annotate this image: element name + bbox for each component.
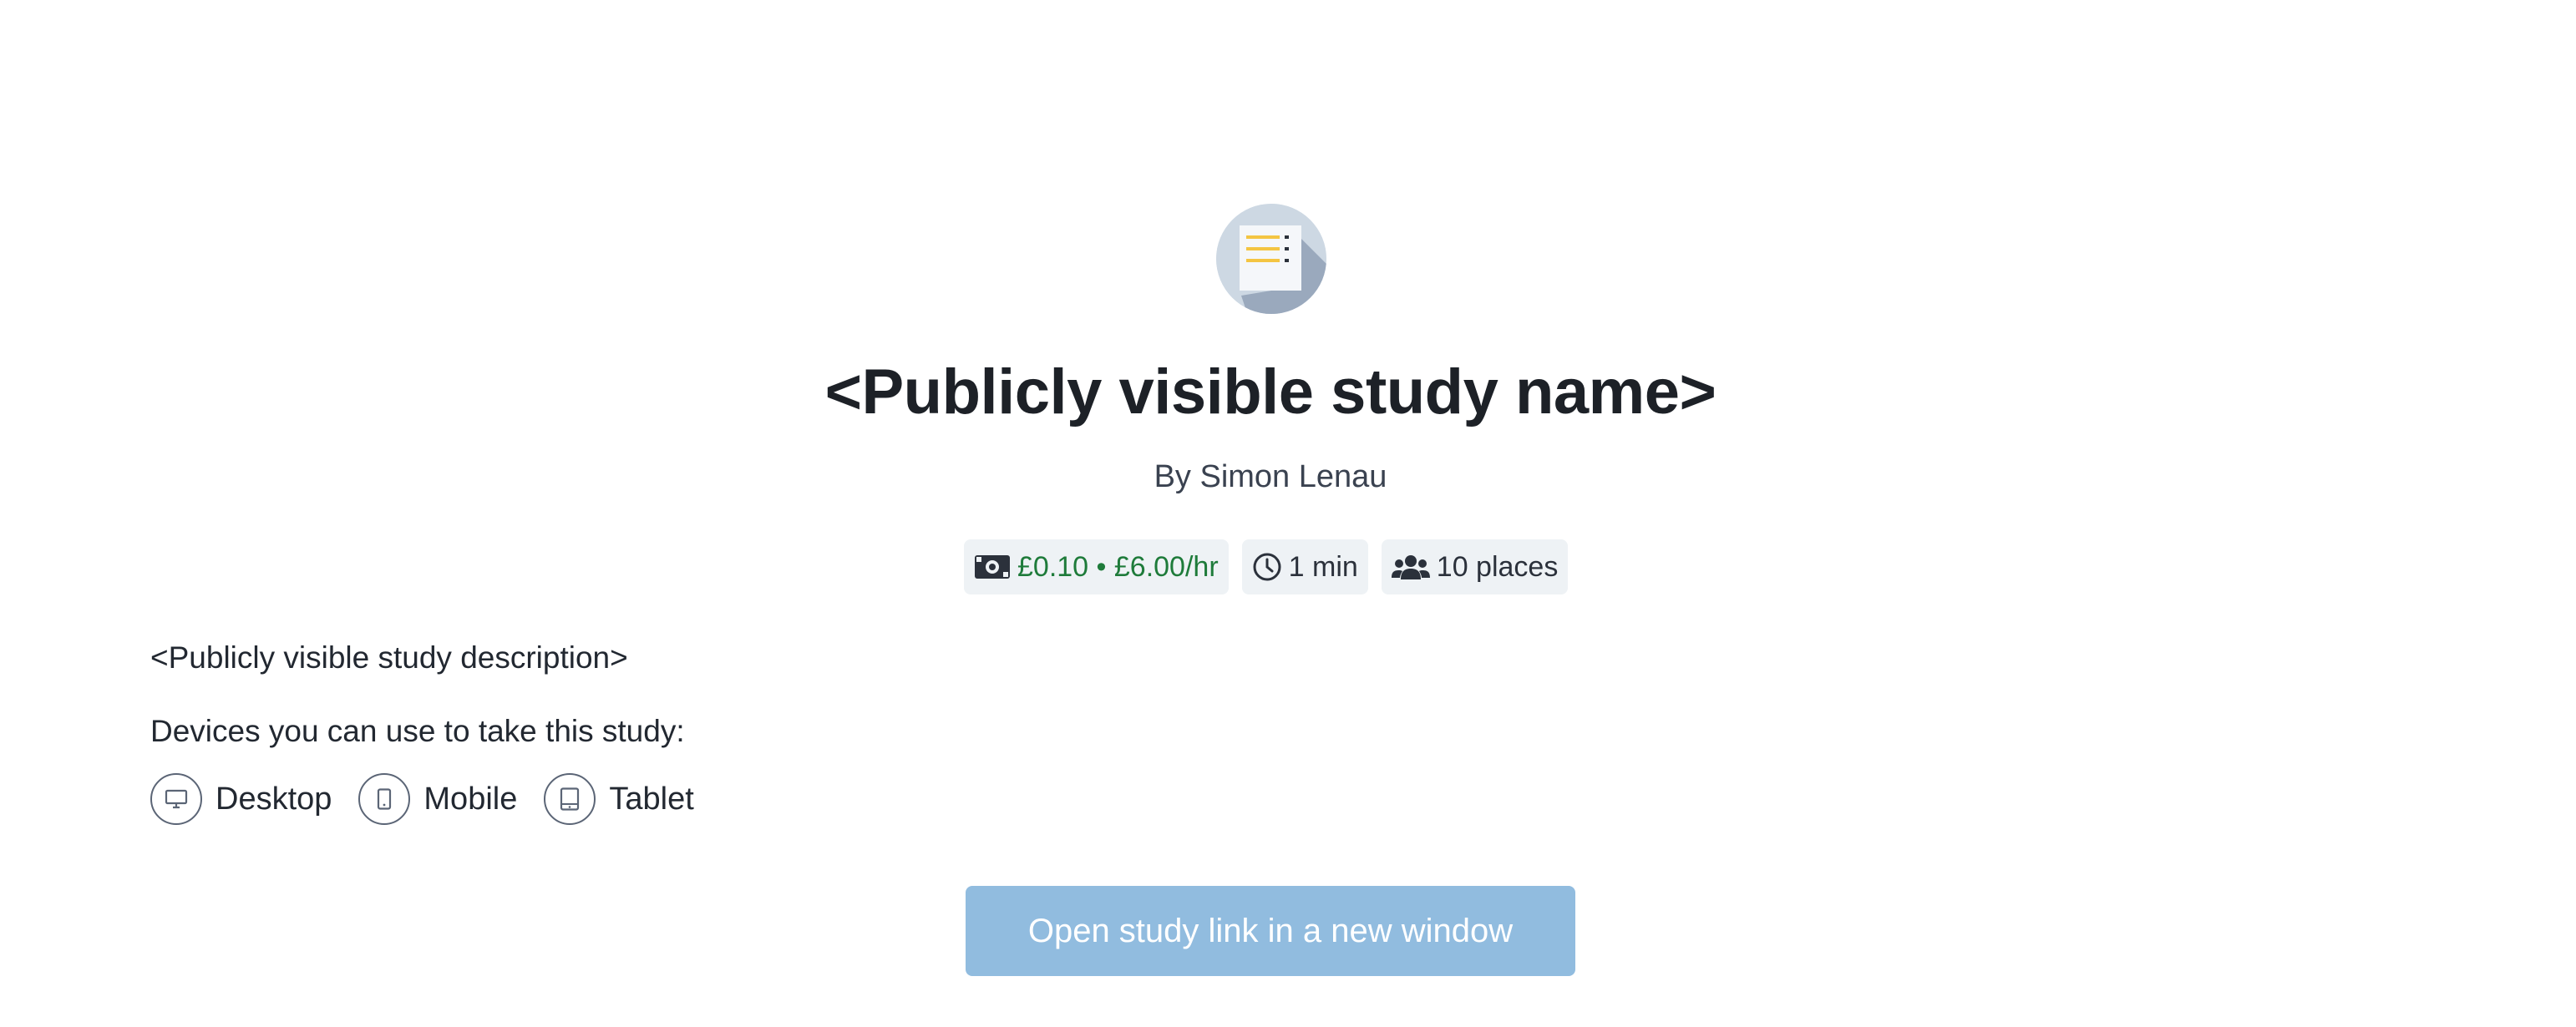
reward-text: £0.10 • £6.00/hr: [1017, 550, 1219, 583]
study-page: <Publicly visible study name> By Simon L…: [0, 0, 2576, 1027]
device-mobile: Mobile: [358, 773, 517, 825]
devices-label: Devices you can use to take this study:: [150, 714, 685, 748]
duration-badge: 1 min: [1241, 539, 1368, 594]
study-title: <Publicly visible study name>: [824, 357, 1716, 427]
device-label: Mobile: [423, 781, 518, 817]
places-badge: 10 places: [1381, 539, 1569, 594]
study-author: By Simon Lenau: [1154, 459, 1387, 494]
device-tablet: Tablet: [544, 773, 694, 825]
document-list-icon: [1216, 204, 1326, 314]
device-label: Tablet: [609, 781, 694, 817]
device-label: Desktop: [216, 781, 332, 817]
money-icon: [974, 554, 1011, 579]
study-description: <Publicly visible study description>: [150, 640, 628, 675]
device-desktop: Desktop: [150, 773, 332, 825]
mobile-icon: [358, 773, 411, 825]
desktop-icon: [150, 773, 202, 825]
reward-badge: £0.10 • £6.00/hr: [964, 539, 1229, 594]
open-study-link-button[interactable]: Open study link in a new window: [966, 886, 1575, 976]
study-badges: £0.10 • £6.00/hr 1 min 10 places: [964, 539, 1569, 594]
tablet-icon: [544, 773, 596, 825]
places-text: 10 places: [1436, 550, 1559, 583]
users-icon: [1391, 553, 1430, 581]
device-list: Desktop Mobile Tablet: [150, 773, 694, 825]
duration-text: 1 min: [1288, 550, 1358, 583]
clock-icon: [1252, 552, 1282, 582]
